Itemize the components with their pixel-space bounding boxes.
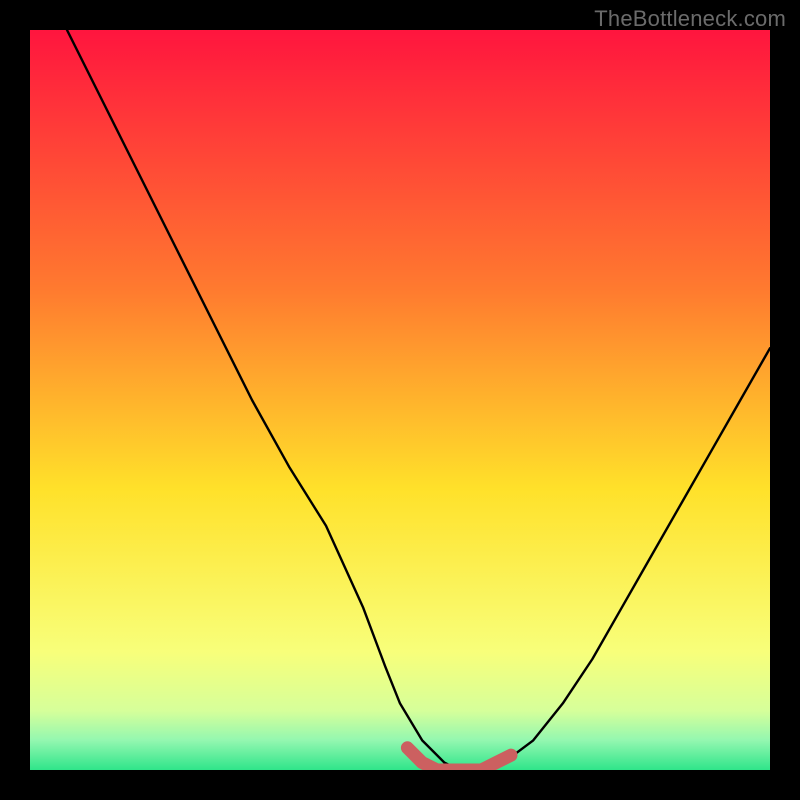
watermark-text: TheBottleneck.com [594, 6, 786, 32]
chart-frame: TheBottleneck.com [0, 0, 800, 800]
plot-background [30, 30, 770, 770]
bottleneck-plot [30, 30, 770, 770]
